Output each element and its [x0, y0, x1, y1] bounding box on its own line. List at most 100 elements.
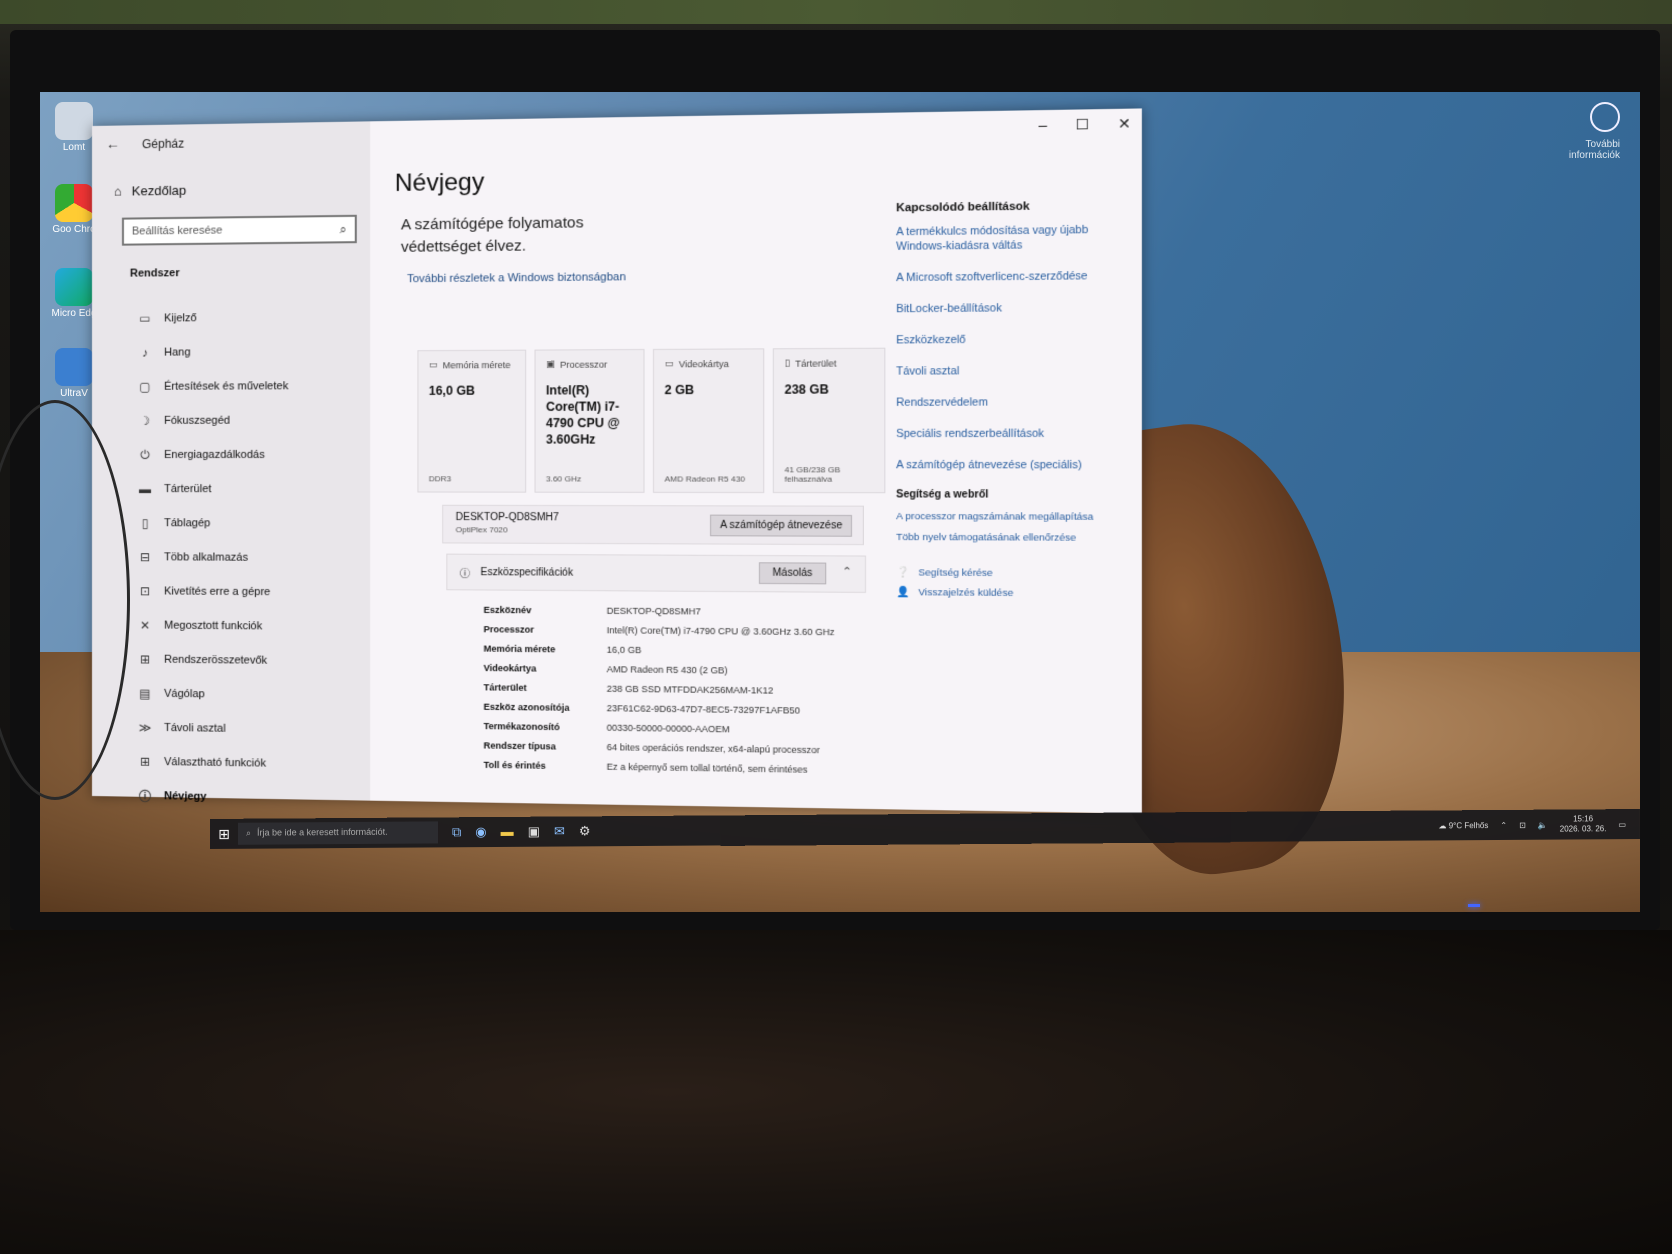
device-specs-header[interactable]: ⓘ Eszközspecifikációk Másolás ⌃ [446, 553, 866, 593]
card-memory: ▭ Memória mérete 16,0 GB DDR3 [417, 349, 527, 493]
chevron-up-icon[interactable]: ⌃ [842, 565, 852, 579]
spec-row: Memória mérete 16,0 GB [483, 643, 642, 656]
info-icon: ⓘ [138, 789, 152, 804]
sidebar-item-notifications[interactable]: ▢ Értesítések és műveletek [138, 369, 361, 404]
link-rename-advanced[interactable]: A számítógép átnevezése (speciális) [896, 458, 1114, 473]
taskbar-search-input[interactable]: ⌕ Írja be ide a keresett információt. [238, 821, 438, 845]
file-explorer-icon[interactable]: ▬ [501, 824, 514, 840]
network-icon[interactable]: ⊡ [1519, 820, 1526, 829]
clipboard-icon: ▤ [139, 686, 151, 701]
sidebar-item-sound[interactable]: ♪ Hang [138, 334, 361, 369]
taskbar-apps: ⧉ ◉ ▬ ▣ ✉ ⚙ [452, 823, 591, 840]
info-icon: ⓘ [459, 568, 471, 580]
spec-cards: ▭ Memória mérete 16,0 GB DDR3 ▣ Processzor… [417, 347, 886, 494]
monitor-power-led [1468, 904, 1480, 907]
minimize-button[interactable]: – [1038, 116, 1047, 134]
card-processor: ▣ Processzor Intel(R) Core(TM) i7-4790 CP… [534, 348, 645, 493]
link-license[interactable]: A Microsoft szoftverlicenc-szerződése [896, 269, 1114, 286]
sidebar-item-multitasking[interactable]: ⊟ Több alkalmazás [138, 540, 361, 575]
multitask-icon: ⊟ [139, 550, 151, 565]
feedback-link[interactable]: 👤 Visszajelzés küldése [896, 587, 1114, 600]
task-view-icon[interactable]: ⧉ [452, 824, 461, 840]
spec-row: Videokártya AMD Radeon R5 430 (2 GB) [483, 662, 728, 676]
ultravnc-icon [55, 348, 93, 386]
app-title: Gépház [142, 136, 185, 152]
sidebar-item-about[interactable]: ⓘ Névjegy [138, 779, 361, 817]
sidebar-item-components[interactable]: ⊞ Rendszerösszetevők [138, 642, 361, 678]
memory-icon: ▭ [428, 359, 438, 370]
copy-button[interactable]: Másolás [758, 562, 827, 585]
tray-chevron-icon[interactable]: ⌃ [1500, 820, 1507, 829]
get-help-link[interactable]: ❔ Segítség kérése [896, 567, 1114, 580]
page-title: Névjegy [394, 168, 485, 198]
cpu-icon: ▣ [545, 358, 555, 369]
link-language-support[interactable]: Több nyelv támogatásának ellenőrzése [896, 532, 1114, 545]
sidebar-item-power[interactable]: ⏻ Energiagazdálkodás [138, 438, 361, 472]
sidebar-item-display[interactable]: ▭ Kijelző [138, 300, 361, 336]
recycle-bin-icon [55, 102, 93, 140]
sidebar-item-storage[interactable]: ▬ Tárterület [138, 472, 361, 507]
security-details-link[interactable]: További részletek a Windows biztonságban [407, 271, 626, 285]
link-device-manager[interactable]: Eszközkezelő [896, 332, 1114, 348]
features-icon: ⊞ [139, 754, 151, 769]
info-circle-icon [1590, 102, 1620, 132]
power-icon: ⏻ [140, 447, 150, 462]
card-gpu: ▭ Videokártya 2 GB AMD Radeon R5 430 [652, 348, 765, 494]
cloud-icon: ☁ [1438, 820, 1447, 830]
back-arrow-icon[interactable]: ← [106, 136, 120, 152]
spec-row: Tárterület 238 GB SSD MTFDDAK256MAM-1K12 [483, 682, 774, 696]
spec-row: Eszköz azonosítója 23F61C62-9D63-47D7-8EC… [483, 701, 801, 716]
sidebar-item-clipboard[interactable]: ▤ Vágólap [138, 676, 361, 713]
related-settings-title: Kapcsolódó beállítások [896, 200, 1030, 215]
spec-row: Processzor Intel(R) Core(TM) i7-4790 CPU … [483, 624, 835, 638]
settings-window: ← Gépház ⌂ Kezdőlap Beállítás keresése ⌕… [92, 108, 1142, 814]
mail-icon[interactable]: ✉ [554, 824, 565, 840]
device-name-row: DESKTOP-QD8SMH7 OptiPlex 7020 A számítóg… [442, 504, 864, 546]
spec-row: Toll és érintés Ez a képernyő sem tollal … [483, 759, 808, 775]
link-advanced-settings[interactable]: Speciális rendszerbeállítások [896, 426, 1114, 441]
weather-widget[interactable]: ☁ 9°C Felhős [1438, 821, 1488, 830]
drive-icon: ▬ [138, 482, 152, 497]
remote-icon: ≫ [138, 720, 152, 735]
sidebar-home[interactable]: ⌂ Kezdőlap [114, 183, 186, 199]
sidebar-item-tablet[interactable]: ▯ Táblagép [138, 506, 361, 541]
search-icon: ⌕ [246, 827, 252, 838]
window-controls: – ☐ ✕ [1038, 115, 1130, 134]
link-remote-desktop[interactable]: Távoli asztal [896, 363, 1114, 379]
link-system-protection[interactable]: Rendszervédelem [896, 395, 1114, 410]
sidebar-item-projecting[interactable]: ⊡ Kivetítés erre a gépre [138, 574, 361, 610]
edge-icon[interactable]: ◉ [475, 824, 486, 840]
clock[interactable]: 15:16 2026. 03. 26. [1560, 814, 1607, 834]
rename-pc-button[interactable]: A számítógép átnevezése [710, 514, 853, 537]
moon-icon: ☽ [139, 413, 151, 428]
close-button[interactable]: ✕ [1118, 115, 1131, 133]
desktop-screen: Lomt Goo Chro Micro Edg UltraV További i… [40, 92, 1640, 912]
store-icon[interactable]: ▣ [528, 824, 540, 840]
wall-background [0, 0, 1672, 24]
action-center-icon[interactable]: ▭ [1618, 820, 1626, 829]
gpu-icon: ▭ [664, 358, 674, 369]
storage-icon: ▯ [784, 357, 790, 368]
sidebar-item-optional-features[interactable]: ⊞ Választható funkciók [138, 745, 361, 783]
help-icon: ❔ [896, 567, 910, 579]
settings-search-input[interactable]: Beállítás keresése ⌕ [121, 214, 357, 246]
search-icon: ⌕ [339, 221, 347, 237]
sidebar-item-remote-desktop[interactable]: ≫ Távoli asztal [138, 711, 361, 748]
desktop-info-shortcut[interactable]: További információk [1550, 102, 1620, 161]
feedback-icon: 👤 [896, 586, 910, 599]
link-product-key[interactable]: A termékkulcs módosítása vagy újabb Wind… [896, 222, 1114, 254]
tablet-icon: ▯ [141, 516, 149, 531]
maximize-button[interactable]: ☐ [1075, 116, 1089, 134]
home-icon: ⌂ [113, 183, 122, 199]
windows-start-icon[interactable]: ⊞ [210, 825, 238, 842]
sidebar-item-shared[interactable]: ✕ Megosztott funkciók [138, 608, 361, 644]
sidebar-nav: ▭ Kijelző ♪ Hang ▢ Értesítések és műveletek… [138, 300, 361, 817]
link-core-count[interactable]: A processzor magszámának megállapítása [896, 511, 1114, 524]
settings-gear-icon[interactable]: ⚙ [579, 823, 591, 839]
volume-icon[interactable]: 🔈 [1538, 820, 1548, 829]
protection-status: A számítógépe folyamatos védettséget élv… [400, 214, 584, 256]
sidebar-item-focus[interactable]: ☽ Fókuszsegéd [138, 403, 361, 438]
spec-row: Eszköznév DESKTOP-QD8SMH7 [483, 604, 701, 617]
link-bitlocker[interactable]: BitLocker-beállítások [896, 300, 1114, 316]
system-tray: ☁ 9°C Felhős ⌃ ⊡ 🔈 15:16 2026. 03. 26. ▭ [1438, 814, 1640, 835]
